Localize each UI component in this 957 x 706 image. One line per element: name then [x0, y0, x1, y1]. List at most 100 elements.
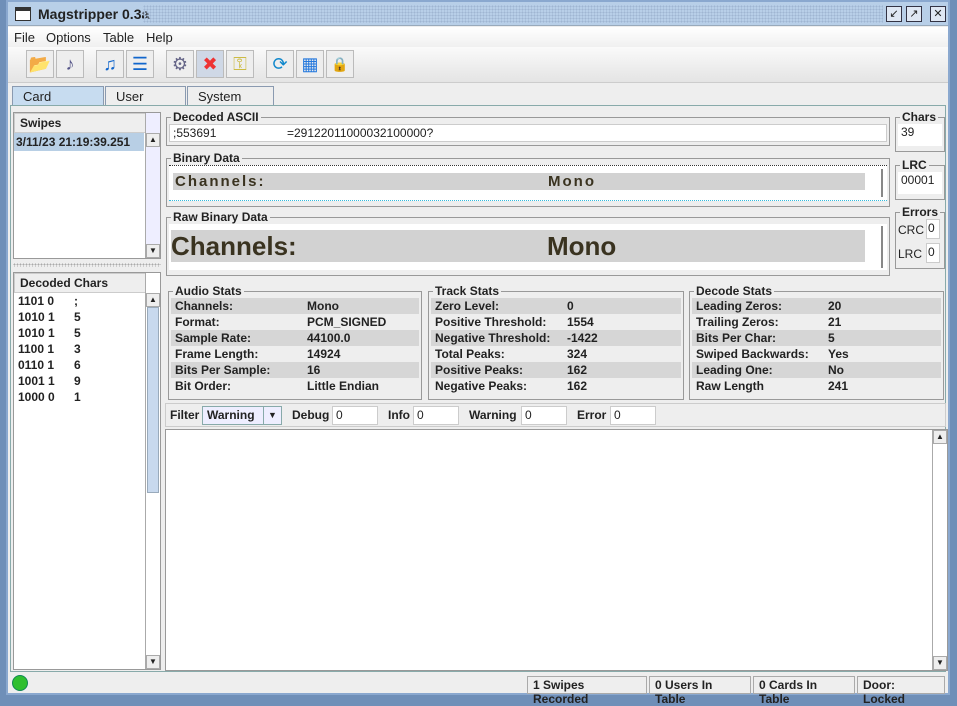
swipes-scrollbar[interactable]: ▲ ▼: [145, 113, 160, 258]
decoded-char-item[interactable]: 1010 1 5: [14, 325, 160, 341]
binary-data-group: Binary Data Channels: Mono: [166, 151, 890, 207]
save-audio-icon[interactable]: ♪: [56, 50, 84, 78]
key-icon[interactable]: ⚿: [226, 50, 254, 78]
debug-label: Debug: [292, 408, 330, 422]
decoded-ascii-group: Decoded ASCII ;553691 =29122011000032100…: [166, 110, 890, 146]
menu-file[interactable]: File: [14, 30, 35, 45]
char-bits: 1010 1: [18, 326, 55, 340]
stat-label: Bit Order:: [175, 379, 232, 393]
minimize-icon[interactable]: ↙: [886, 6, 902, 22]
menu-options[interactable]: Options: [46, 30, 91, 45]
char-value: 5: [74, 326, 81, 340]
lrc-errors-label: LRC: [898, 247, 923, 261]
errors-group: Errors CRC 0 LRC 0: [895, 205, 945, 269]
log-text-area[interactable]: ▲ ▼: [165, 429, 948, 671]
scroll-down-icon[interactable]: ▼: [146, 655, 160, 669]
decoded-char-item[interactable]: 1010 1 5: [14, 309, 160, 325]
decoded-char-item[interactable]: 0110 1 6: [14, 357, 160, 373]
table-grid-icon[interactable]: ▦: [296, 50, 324, 78]
stat-row: Leading One: No: [692, 362, 941, 378]
debug-count: 0: [332, 406, 378, 425]
app-window-icon: [15, 7, 31, 21]
lrc-value: 00001: [898, 172, 942, 194]
chevron-down-icon[interactable]: ▼: [263, 407, 281, 424]
stat-label: Trailing Zeros:: [696, 315, 779, 329]
close-icon[interactable]: ✕: [930, 6, 946, 22]
char-value: 9: [74, 374, 81, 388]
stat-value: No: [828, 363, 844, 377]
scroll-up-icon[interactable]: ▲: [146, 293, 160, 307]
stat-label: Positive Threshold:: [435, 315, 547, 329]
stat-row: Positive Peaks: 162: [431, 362, 681, 378]
decoded-char-item[interactable]: 1101 0;: [14, 293, 160, 309]
raw-binary-data-view[interactable]: Channels: Mono: [169, 224, 887, 270]
menu-help[interactable]: Help: [146, 30, 173, 45]
lock-screen-icon[interactable]: 🔒: [326, 50, 354, 78]
stat-label: Raw Length: [696, 379, 764, 393]
decoded-ascii-label: Decoded ASCII: [173, 110, 259, 124]
filter-select[interactable]: Warning ▼: [202, 406, 282, 425]
swipe-item[interactable]: 3/11/23 21:19:39.251: [14, 133, 144, 151]
stat-value: PCM_SIGNED: [307, 315, 387, 329]
decode-stats-label: Decode Stats: [696, 284, 773, 298]
log-scrollbar[interactable]: ▲ ▼: [932, 430, 947, 670]
menu-table[interactable]: Table: [103, 30, 134, 45]
track-stats-group: Track Stats Zero Level: 0 Positive Thresho…: [428, 284, 684, 400]
window-title: Magstripper 0.3a: [38, 6, 150, 22]
stat-row: Trailing Zeros: 21: [692, 314, 941, 330]
char-value: 5: [74, 310, 81, 324]
stat-row: Sample Rate: 44100.0: [171, 330, 419, 346]
lrc-group: LRC 00001: [895, 158, 945, 200]
open-folder-icon[interactable]: 📂: [26, 50, 54, 78]
stat-label: Negative Threshold:: [435, 331, 551, 345]
log-filter-bar: Filter Warning ▼ Debug 0 Info 0 Warning …: [165, 403, 946, 427]
decoded-char-item[interactable]: 1000 0 1: [14, 389, 160, 405]
decoded-char-item[interactable]: 1001 1 9: [14, 373, 160, 389]
stat-value: Yes: [828, 347, 849, 361]
binary-data-cursor: [881, 169, 883, 197]
stat-row: Bits Per Char: 5: [692, 330, 941, 346]
stat-row: Channels: Mono: [171, 298, 419, 314]
stat-value: 162: [567, 363, 588, 377]
decoded-chars-scrollbar[interactable]: ▲ ▼: [145, 273, 160, 669]
settings-gear-icon[interactable]: ⚙: [166, 50, 194, 78]
stat-row: Bit Order: Little Endian: [171, 378, 419, 394]
list-icon[interactable]: ☰: [126, 50, 154, 78]
stat-row: Total Peaks: 324: [431, 346, 681, 362]
info-count: 0: [413, 406, 459, 425]
split-pane-divider[interactable]: [13, 263, 161, 267]
warning-count: 0: [521, 406, 567, 425]
card-reader-panel: Swipes 3/11/23 21:19:39.251 ▲ ▼ Decoded …: [10, 105, 948, 672]
binary-data-view[interactable]: Channels: Mono: [169, 165, 887, 201]
scroll-up-icon[interactable]: ▲: [146, 133, 160, 147]
binary-data-waveform-text: Channels: Mono: [173, 173, 865, 190]
stat-value: 1554: [567, 315, 594, 329]
stop-icon[interactable]: ✖: [196, 50, 224, 78]
tab-system-log[interactable]: System Log: [187, 86, 274, 119]
audio-file-icon[interactable]: ♫: [96, 50, 124, 78]
maximize-icon[interactable]: ↗: [906, 6, 922, 22]
char-bits: 1100 1: [18, 342, 55, 356]
tab-card-reader[interactable]: Card Reader: [12, 86, 104, 119]
stat-value: 14924: [307, 347, 341, 361]
tab-user-table[interactable]: User Table: [105, 86, 186, 119]
scroll-down-icon[interactable]: ▼: [933, 656, 947, 670]
binary-data-label: Binary Data: [173, 151, 240, 165]
title-pattern: [143, 5, 883, 23]
stat-label: Channels:: [175, 299, 234, 313]
char-value: 1: [74, 390, 81, 404]
scroll-up-icon[interactable]: ▲: [933, 430, 947, 444]
filter-value: Warning: [207, 408, 255, 422]
refresh-icon[interactable]: ⟳: [266, 50, 294, 78]
swipes-header[interactable]: Swipes: [14, 113, 160, 133]
stat-value: 16: [307, 363, 321, 377]
decoded-ascii-field[interactable]: ;553691 =29122011000032100000?: [169, 124, 887, 142]
filter-label: Filter: [170, 408, 200, 422]
title-bar[interactable]: Magstripper 0.3a ↙ ↗ ✕: [8, 2, 948, 26]
stat-label: Swiped Backwards:: [696, 347, 809, 361]
scroll-down-icon[interactable]: ▼: [146, 244, 160, 258]
scroll-thumb[interactable]: [147, 307, 159, 493]
char-value: ;: [74, 294, 78, 308]
decoded-char-item[interactable]: 1100 1 3: [14, 341, 160, 357]
decoded-chars-header[interactable]: Decoded Chars: [14, 273, 160, 293]
